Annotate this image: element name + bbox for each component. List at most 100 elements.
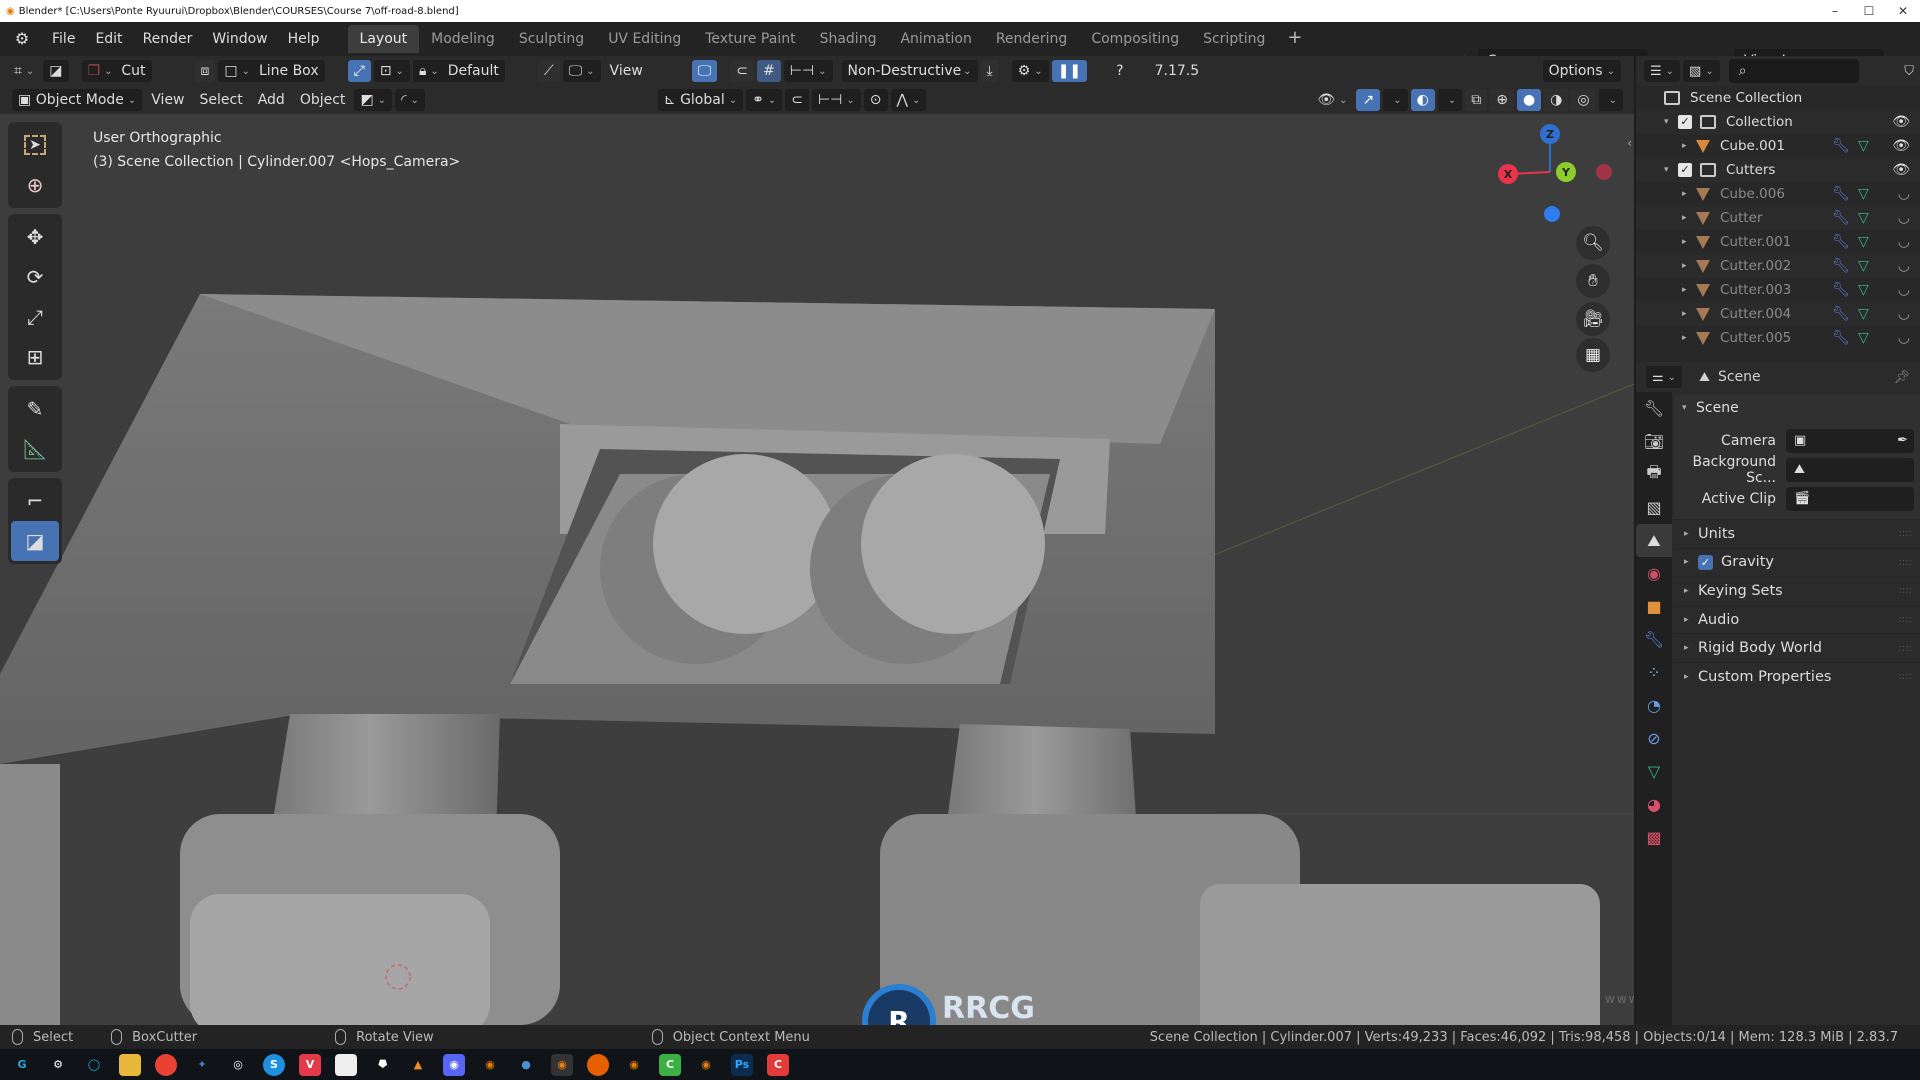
axis-z-handle[interactable]: Z [1540, 124, 1560, 144]
blender-taskbar-icon-3[interactable]: ◉ [695, 1054, 717, 1076]
view-menu[interactable]: View [604, 60, 649, 82]
camtasia-icon[interactable]: C [659, 1053, 681, 1076]
subpanel-custom-properties[interactable]: ▸ Custom Properties:::: [1674, 661, 1920, 691]
increment-dropdown[interactable]: ⊢⊣ ⌄ [783, 60, 833, 82]
expand-toggle-icon[interactable]: ▸ [1682, 141, 1696, 151]
overlay-toggle-icon[interactable]: ◐ [1410, 89, 1435, 111]
expand-toggle-icon[interactable]: ▸ [1682, 213, 1696, 223]
modifier-icon[interactable]: 🔧︎ [1832, 330, 1850, 346]
eye-visible-icon[interactable]: 👁︎ [1892, 162, 1910, 178]
menu-help[interactable]: Help [278, 31, 330, 47]
tab-tool[interactable]: 🔧︎ [1636, 392, 1672, 425]
view-layer-filter-dropdown[interactable]: ▧ ⌄ [1683, 60, 1720, 82]
cut-mode-icon[interactable]: ⧈ [194, 60, 216, 82]
eye-visible-icon[interactable]: 👁︎ [1892, 114, 1910, 130]
display-dropdown[interactable]: 🖵︎ ⌄ [562, 60, 601, 82]
expand-toggle-icon[interactable]: ▸ [1682, 309, 1696, 319]
shape-dropdown[interactable]: □ ⌄ Line Box [218, 60, 325, 82]
thunderbird-icon[interactable]: ● [515, 1054, 537, 1076]
snap-toggle-icon[interactable]: ⊂ [785, 89, 809, 111]
lock-dropdown[interactable]: 🔒︎ ⌄ Default [412, 60, 505, 82]
exclude-checkbox[interactable]: ✓ [1678, 163, 1692, 177]
rotate-tool[interactable]: ⟳ [11, 257, 59, 297]
mode-dropdown[interactable]: Non-Destructive ⌄ [841, 60, 978, 82]
object-mode-dropdown[interactable]: ▣ Object Mode ⌄ [12, 89, 143, 111]
mesh-data-icon[interactable]: ▽ [1858, 234, 1869, 250]
cortana-icon[interactable]: ◯ [83, 1054, 105, 1076]
mesh-data-icon[interactable]: ▽ [1858, 258, 1869, 274]
outliner-root[interactable]: Scene Collection [1636, 86, 1920, 110]
menu-add[interactable]: Add [252, 89, 291, 111]
boxcutter-tool-icon[interactable]: ◪ [43, 60, 69, 82]
expand-toggle-icon[interactable]: ▸ [1682, 333, 1696, 343]
foobar-icon[interactable]: ⯂ [371, 1054, 393, 1076]
bevel-corner-tool[interactable]: ⌐ [11, 481, 59, 521]
background-scene-field[interactable]: ⛰ [1786, 457, 1914, 482]
axis-y-handle[interactable]: Y [1556, 162, 1576, 182]
apply-icon[interactable]: ⤓ [980, 60, 999, 82]
mesh-data-icon[interactable]: ▽ [1858, 210, 1869, 226]
modifier-icon[interactable]: 🔧︎ [1832, 138, 1850, 154]
eye-hidden-icon[interactable]: ◡ [1898, 234, 1910, 250]
expand-toggle-icon[interactable]: ▸ [1682, 237, 1696, 247]
tab-texture-paint[interactable]: Texture Paint [693, 25, 807, 53]
mesh-data-icon[interactable]: ▽ [1858, 330, 1869, 346]
menu-edit[interactable]: Edit [85, 31, 132, 47]
tab-output[interactable]: 🖶 [1636, 458, 1672, 491]
snap-magnet-icon[interactable]: ⊂ [730, 60, 755, 82]
menu-file[interactable]: File [42, 31, 85, 47]
eye-hidden-icon[interactable]: ◡ [1898, 330, 1910, 346]
expand-toggle-icon[interactable]: ▸ [1682, 189, 1696, 199]
subpanel-audio[interactable]: ▸ Audio:::: [1674, 604, 1920, 634]
tab-view-layer[interactable]: ▧ [1636, 491, 1672, 524]
modifier-icon[interactable]: 🔧︎ [1832, 234, 1850, 250]
subpanel-rigid-body-world[interactable]: ▸ Rigid Body World:::: [1674, 633, 1920, 662]
discord-icon[interactable]: ◉ [443, 1053, 465, 1076]
tab-particles[interactable]: ⁘ [1636, 656, 1672, 689]
axis-neg-z-handle[interactable] [1544, 206, 1560, 222]
menu-object[interactable]: Object [294, 89, 352, 111]
tab-compositing[interactable]: Compositing [1079, 25, 1191, 53]
draw-line-icon[interactable]: ⤢ [347, 60, 371, 82]
axis-neg-x-handle[interactable] [1596, 164, 1612, 180]
ortho-toggle-button[interactable]: ▦ [1576, 338, 1610, 372]
outliner-item[interactable]: ▾ ✓ Cutters 👁︎ [1636, 158, 1920, 182]
camera-view-button[interactable]: 🎥︎ [1576, 302, 1610, 336]
solid-shading-icon[interactable]: ● [1516, 89, 1542, 111]
material-shading-icon[interactable]: ◑ [1544, 89, 1569, 111]
tab-material[interactable]: ◕ [1636, 788, 1672, 821]
outliner-item[interactable]: ▸ Cutter.004 🔧︎ ▽ ◡ [1636, 302, 1920, 326]
logitech-icon[interactable]: G [11, 1054, 33, 1076]
cut-operation-dropdown[interactable]: ❐ ⌄ Cut [81, 60, 152, 82]
modifier-icon[interactable]: 🔧︎ [1832, 258, 1850, 274]
falloff-dropdown[interactable]: ⋀ ⌄ [890, 89, 927, 111]
active-clip-field[interactable]: 🎬︎ [1786, 486, 1914, 511]
skype-icon[interactable]: S [263, 1053, 285, 1076]
outliner-item[interactable]: ▾ ✓ Collection 👁︎ [1636, 110, 1920, 134]
shader-dropdown[interactable]: ◩ ⌄ [354, 89, 393, 111]
options-dropdown[interactable]: Options ⌄ [1542, 60, 1621, 82]
subpanel-units[interactable]: ▸ Units:::: [1674, 519, 1920, 548]
maximize-button[interactable]: ☐ [1852, 0, 1886, 22]
pause-icon[interactable]: ❚❚ [1051, 60, 1088, 82]
pin-icon[interactable]: 📌︎ [1893, 370, 1910, 385]
blender-menu-icon[interactable]: ⚙ [10, 27, 34, 51]
eye-hidden-icon[interactable]: ◡ [1898, 258, 1910, 274]
zoom-view-button[interactable]: 🔍︎ [1576, 226, 1610, 260]
tab-modifiers[interactable]: 🔧︎ [1636, 623, 1672, 656]
menu-render[interactable]: Render [133, 31, 203, 47]
xray-toggle-icon[interactable]: ⧉ [1465, 89, 1488, 111]
expand-toggle-icon[interactable]: ▸ [1682, 285, 1696, 295]
tab-object[interactable]: ■ [1636, 590, 1672, 623]
transform-tool[interactable]: ⊞ [11, 337, 59, 377]
move-tool[interactable]: ✥ [11, 217, 59, 257]
tab-scene[interactable]: ⛰ [1636, 524, 1672, 557]
notepad-icon[interactable] [335, 1053, 357, 1076]
tab-animation[interactable]: Animation [888, 25, 983, 53]
wireframe-shading-icon[interactable]: ⊕ [1490, 89, 1514, 111]
gizmo-dropdown[interactable]: ⌄ [1383, 89, 1408, 111]
tab-shading[interactable]: Shading [808, 25, 889, 53]
tab-sculpting[interactable]: Sculpting [507, 25, 596, 53]
expand-toggle-icon[interactable]: ▾ [1664, 165, 1678, 175]
shading-dropdown[interactable]: ⌄ [1598, 89, 1623, 111]
